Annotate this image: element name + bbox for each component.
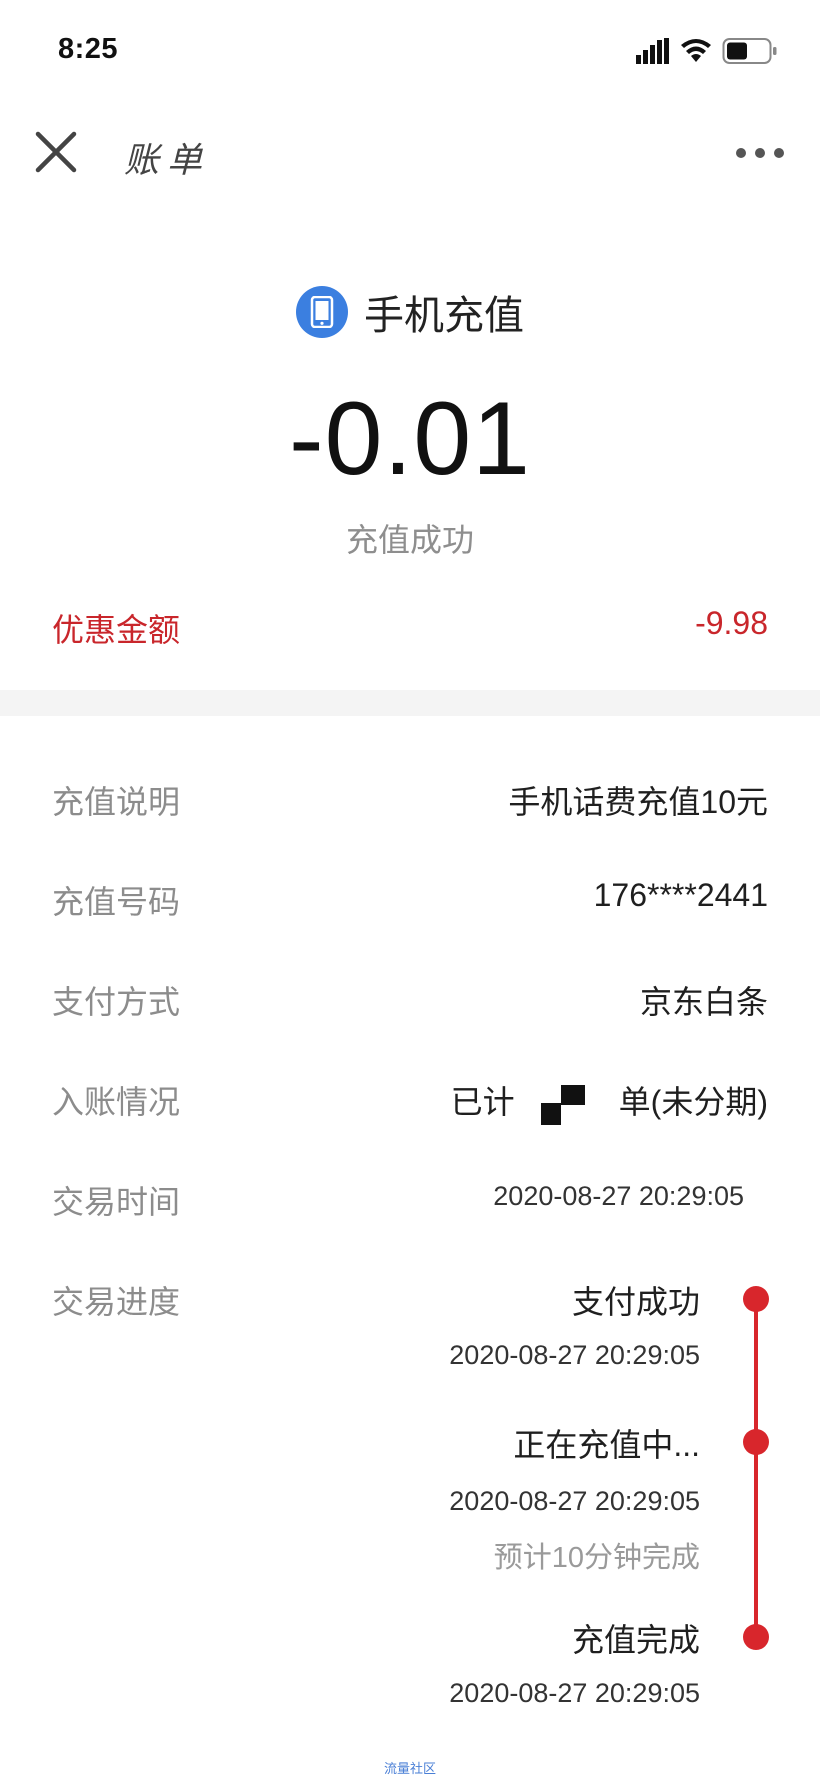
number-label: 充值号码: [52, 884, 181, 920]
redaction-mark: [540, 1084, 585, 1125]
transaction-status: 充值成功: [345, 522, 474, 558]
step-title: 支付成功: [571, 1284, 700, 1320]
payment-value: 京东白条: [639, 984, 768, 1020]
page-title: 账单: [124, 141, 211, 181]
progress-timeline: [754, 1300, 758, 1638]
battery-icon: [722, 38, 777, 64]
bill-detail-page: 8:25 账单 手机充值 -0.01 充值成功 优惠金额 -9.98 充值说明 …: [0, 0, 820, 1775]
close-button[interactable]: [30, 126, 82, 178]
watermark: 流量社区: [383, 1761, 436, 1775]
posting-value-prefix: 已计: [450, 1084, 515, 1120]
time-label: 交易时间: [52, 1184, 181, 1220]
wifi-icon: [681, 39, 711, 62]
progress-label: 交易进度: [52, 1284, 181, 1320]
progress-dot: [743, 1286, 769, 1312]
signal-icon: [636, 38, 669, 64]
nav-bar: 账单: [0, 100, 820, 210]
step-time: 2020-08-27 20:29:05: [449, 1678, 700, 1708]
payment-label: 支付方式: [52, 984, 181, 1020]
phone-icon: [296, 286, 348, 338]
more-button[interactable]: [730, 138, 790, 166]
discount-label: 优惠金额: [52, 612, 181, 648]
progress-dot: [743, 1624, 769, 1650]
status-time: 8:25: [58, 33, 119, 65]
detail-row-payment: 支付方式 京东白条: [52, 977, 768, 1027]
description-value: 手机话费充值10元: [508, 784, 768, 820]
section-divider: [0, 690, 820, 716]
step-time: 2020-08-27 20:29:05: [449, 1340, 700, 1370]
transaction-amount: -0.01: [288, 381, 532, 497]
time-value: 2020-08-27 20:29:05: [493, 1181, 744, 1211]
posting-value: 已计 单(未分期): [451, 1077, 768, 1125]
detail-row-description: 充值说明 手机话费充值10元: [52, 777, 768, 827]
detail-row-posting: 入账情况 已计 单(未分期): [52, 1077, 768, 1127]
merchant-row: 手机充值: [0, 282, 820, 342]
posting-value-suffix: 单(未分期): [618, 1084, 768, 1120]
discount-row: 优惠金额 -9.98: [52, 605, 768, 655]
step-title: 充值完成: [571, 1622, 700, 1658]
detail-row-number: 充值号码 176****2441: [52, 877, 768, 927]
merchant-name: 手机充值: [364, 294, 524, 338]
posting-label: 入账情况: [52, 1084, 181, 1120]
step-note: 预计10分钟完成: [493, 1542, 700, 1574]
progress-dot: [743, 1429, 769, 1455]
step-time: 2020-08-27 20:29:05: [449, 1486, 700, 1516]
more-icon: [736, 148, 746, 158]
close-icon: [35, 131, 77, 173]
description-label: 充值说明: [52, 784, 181, 820]
number-value: 176****2441: [593, 877, 768, 913]
discount-value: -9.98: [695, 605, 768, 641]
status-bar: 8:25: [0, 0, 820, 100]
step-title: 正在充值中...: [513, 1427, 700, 1463]
detail-row-time: 交易时间 2020-08-27 20:29:05: [52, 1177, 768, 1227]
